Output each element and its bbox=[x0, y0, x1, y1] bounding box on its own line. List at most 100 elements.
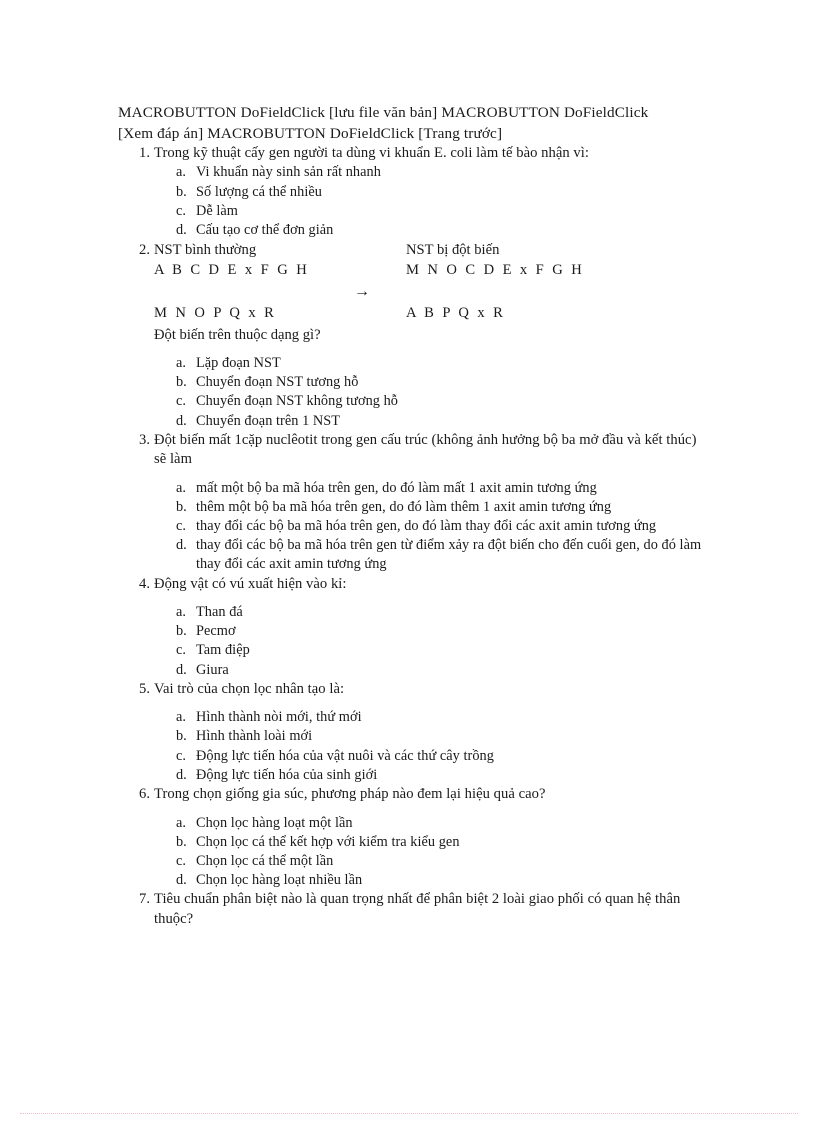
option-item[interactable]: a. Hình thành nòi mới, thứ mới bbox=[154, 708, 708, 727]
option-item[interactable]: a. mất một bộ ba mã hóa trên gen, do đó … bbox=[154, 479, 708, 498]
document-body: MACROBUTTON DoFieldClick [lưu file văn b… bbox=[118, 103, 708, 929]
question-number: 7. bbox=[139, 891, 150, 908]
option-letter: a. bbox=[176, 814, 186, 831]
question-number: 6. bbox=[139, 786, 150, 803]
option-text: thay đổi các bộ ba mã hóa trên gen từ đi… bbox=[196, 537, 702, 573]
option-item[interactable]: d. Động lực tiến hóa của sinh giới bbox=[154, 766, 708, 785]
option-item[interactable]: b. Số lượng cá thể nhiều bbox=[154, 183, 708, 202]
question-item: 4. Động vật có vú xuất hiện vào kỉ: a. T… bbox=[118, 575, 708, 680]
question-item: 3. Đột biến mất 1cặp nuclêotit trong gen… bbox=[118, 431, 708, 575]
sequence-normal-bottom: M N O P Q x R bbox=[154, 304, 277, 321]
chromosome-sequence-row-top: A B C D E x F G H M N O C D E x F G H bbox=[154, 261, 708, 282]
option-text: Than đá bbox=[196, 604, 243, 621]
macrobutton-line-1: MACROBUTTON DoFieldClick [lưu file văn b… bbox=[118, 104, 649, 121]
option-text: Pecmơ bbox=[196, 623, 236, 640]
option-letter: d. bbox=[176, 661, 187, 678]
option-text: Vi khuẩn này sinh sản rất nhanh bbox=[196, 164, 381, 181]
option-text: Hình thành loài mới bbox=[196, 728, 313, 745]
option-text: Chuyển đoạn NST không tương hỗ bbox=[196, 393, 399, 410]
question-text: Tiêu chuẩn phân biệt nào là quan trọng n… bbox=[154, 891, 681, 927]
option-list: a. mất một bộ ba mã hóa trên gen, do đó … bbox=[154, 479, 708, 575]
option-letter: d. bbox=[176, 222, 187, 239]
option-item[interactable]: c. Chọn lọc cá thể một lần bbox=[154, 852, 708, 871]
option-text: thay đổi các bộ ba mã hóa trên gen, do đ… bbox=[196, 518, 657, 535]
option-text: Dễ làm bbox=[196, 202, 238, 219]
option-item[interactable]: c. Chuyển đoạn NST không tương hỗ bbox=[154, 392, 708, 411]
option-letter: a. bbox=[176, 479, 186, 496]
option-text: Giura bbox=[196, 661, 229, 678]
option-text: Chuyển đoạn NST tương hỗ bbox=[196, 374, 359, 391]
document-page: MACROBUTTON DoFieldClick [lưu file văn b… bbox=[0, 0, 816, 1123]
option-item[interactable]: a. Lặp đoạn NST bbox=[154, 354, 708, 373]
option-letter: d. bbox=[176, 537, 187, 554]
option-letter: b. bbox=[176, 833, 187, 850]
option-letter: c. bbox=[176, 518, 186, 535]
right-arrow-icon: → bbox=[354, 282, 370, 300]
chromosome-sequence-row-bottom: M N O P Q x R A B P Q x R bbox=[154, 304, 708, 325]
question-text: Đột biến mất 1cặp nuclêotit trong gen cấ… bbox=[154, 431, 697, 468]
option-item[interactable]: b. Hình thành loài mới bbox=[154, 727, 708, 746]
option-text: Chọn lọc cá thể kết hợp với kiểm tra kiể… bbox=[196, 833, 460, 850]
option-item[interactable]: b. thêm một bộ ba mã hóa trên gen, do đó… bbox=[154, 498, 708, 517]
option-text: mất một bộ ba mã hóa trên gen, do đó làm… bbox=[196, 479, 597, 496]
option-letter: b. bbox=[176, 728, 187, 745]
footer-dotted-divider bbox=[20, 1113, 798, 1115]
option-text: thêm một bộ ba mã hóa trên gen, do đó là… bbox=[196, 498, 612, 515]
option-letter: b. bbox=[176, 623, 187, 640]
question-text: Vai trò của chọn lọc nhân tạo là: bbox=[154, 680, 345, 697]
question-item: 5. Vai trò của chọn lọc nhân tạo là: a. … bbox=[118, 680, 708, 785]
option-item[interactable]: c. Dễ làm bbox=[154, 202, 708, 221]
question-item: 2. NST bình thường NST bị đột biến A B C… bbox=[118, 241, 708, 431]
option-text: Chọn lọc hàng loạt nhiều lần bbox=[196, 872, 363, 889]
option-item[interactable]: d. Giura bbox=[154, 661, 708, 680]
sequence-mutant-bottom: A B P Q x R bbox=[406, 304, 506, 321]
option-letter: c. bbox=[176, 393, 186, 410]
option-list: a. Lặp đoạn NST b. Chuyển đoạn NST tương… bbox=[154, 354, 708, 431]
option-item[interactable]: a. Chọn lọc hàng loạt một lần bbox=[154, 814, 708, 833]
option-item[interactable]: d. Chọn lọc hàng loạt nhiều lần bbox=[154, 871, 708, 890]
option-letter: b. bbox=[176, 374, 187, 391]
question-number: 5. bbox=[139, 680, 150, 697]
option-item[interactable]: c. thay đổi các bộ ba mã hóa trên gen, d… bbox=[154, 517, 708, 536]
option-letter: c. bbox=[176, 642, 186, 659]
option-item[interactable]: a. Than đá bbox=[154, 603, 708, 622]
option-item[interactable]: a. Vi khuẩn này sinh sản rất nhanh bbox=[154, 163, 708, 182]
chromosome-label-normal: NST bình thường bbox=[154, 242, 257, 259]
sequence-normal-top: A B C D E x F G H bbox=[154, 261, 310, 278]
question-list: 1. Trong kỹ thuật cấy gen người ta dùng … bbox=[118, 144, 708, 929]
option-text: Tam điệp bbox=[196, 642, 250, 659]
option-text: Hình thành nòi mới, thứ mới bbox=[196, 709, 362, 726]
option-item[interactable]: b. Pecmơ bbox=[154, 622, 708, 641]
option-item[interactable]: d. Chuyển đoạn trên 1 NST bbox=[154, 412, 708, 431]
option-letter: a. bbox=[176, 709, 186, 726]
option-text: Chuyển đoạn trên 1 NST bbox=[196, 412, 341, 429]
option-letter: d. bbox=[176, 412, 187, 429]
question-text: Trong chọn giống gia súc, phương pháp nà… bbox=[154, 786, 546, 803]
option-list: a. Than đá b. Pecmơ c. Tam điệp d. Giura bbox=[154, 603, 708, 680]
option-text: Lặp đoạn NST bbox=[196, 355, 281, 372]
question-text: Trong kỹ thuật cấy gen người ta dùng vi … bbox=[154, 145, 589, 161]
option-item[interactable]: c. Động lực tiến hóa của vật nuôi và các… bbox=[154, 747, 708, 766]
option-item[interactable]: d. thay đổi các bộ ba mã hóa trên gen từ… bbox=[154, 536, 708, 574]
option-list: a. Vi khuẩn này sinh sản rất nhanh b. Số… bbox=[154, 163, 708, 240]
option-item[interactable]: b. Chuyển đoạn NST tương hỗ bbox=[154, 373, 708, 392]
question-number: 2. bbox=[139, 242, 150, 259]
option-letter: c. bbox=[176, 852, 186, 869]
option-text: Động lực tiến hóa của sinh giới bbox=[196, 766, 378, 783]
option-item[interactable]: d. Cấu tạo cơ thể đơn giản bbox=[154, 221, 708, 240]
option-item[interactable]: b. Chọn lọc cá thể kết hợp với kiểm tra … bbox=[154, 833, 708, 852]
option-list: a. Hình thành nòi mới, thứ mới b. Hình t… bbox=[154, 708, 708, 785]
question-number: 1. bbox=[139, 145, 150, 161]
option-letter: a. bbox=[176, 355, 186, 372]
option-letter: c. bbox=[176, 202, 186, 219]
option-item[interactable]: c. Tam điệp bbox=[154, 641, 708, 660]
question-number: 4. bbox=[139, 575, 150, 592]
option-text: Số lượng cá thể nhiều bbox=[196, 183, 322, 200]
chromosome-diagram: NST bình thường NST bị đột biến A B C D … bbox=[154, 241, 708, 345]
option-letter: d. bbox=[176, 766, 187, 783]
option-letter: c. bbox=[176, 747, 186, 764]
